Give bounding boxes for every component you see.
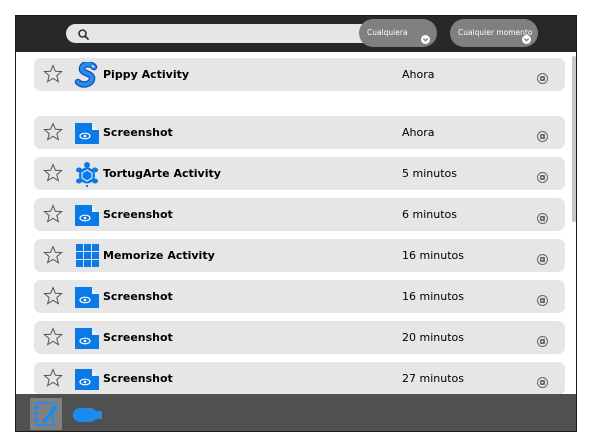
list-item[interactable]: Memorize Activity 16 minutos bbox=[34, 239, 565, 272]
entry-time: 5 minutos bbox=[402, 167, 457, 180]
list-item[interactable]: Screenshot 6 minutos bbox=[34, 198, 565, 231]
top-toolbar: Cualquiera Cualquier momento bbox=[16, 16, 576, 52]
chevron-down-icon bbox=[421, 28, 430, 44]
bottom-toolbar bbox=[16, 394, 576, 431]
journal-window: Cualquiera Cualquier momento Pippy Activ… bbox=[15, 15, 577, 432]
entry-time: Ahora bbox=[402, 126, 435, 139]
star-icon[interactable] bbox=[43, 327, 63, 347]
entry-title: Screenshot bbox=[103, 372, 173, 385]
star-icon[interactable] bbox=[43, 163, 63, 183]
image-file-icon[interactable] bbox=[74, 284, 100, 310]
star-icon[interactable] bbox=[43, 64, 63, 84]
image-file-icon[interactable] bbox=[74, 325, 100, 351]
entry-time: 6 minutos bbox=[402, 208, 457, 221]
star-icon[interactable] bbox=[43, 368, 63, 388]
entry-title: TortugArte Activity bbox=[103, 167, 221, 180]
star-icon[interactable] bbox=[43, 204, 63, 224]
entry-time: 20 minutos bbox=[402, 331, 464, 344]
star-icon[interactable] bbox=[43, 286, 63, 306]
details-arrow-icon[interactable] bbox=[537, 168, 548, 183]
entry-title: Screenshot bbox=[103, 126, 173, 139]
image-file-icon[interactable] bbox=[74, 366, 100, 392]
image-file-icon[interactable] bbox=[74, 120, 100, 146]
entry-time: 16 minutos bbox=[402, 290, 464, 303]
entry-title: Screenshot bbox=[103, 208, 173, 221]
list-item[interactable]: Screenshot 20 minutos bbox=[34, 321, 565, 354]
usb-drive-icon[interactable] bbox=[73, 407, 103, 422]
list-item[interactable]: Screenshot 16 minutos bbox=[34, 280, 565, 313]
star-icon[interactable] bbox=[43, 245, 63, 265]
details-arrow-icon[interactable] bbox=[537, 250, 548, 265]
entry-title: Screenshot bbox=[103, 331, 173, 344]
list-item[interactable]: Screenshot 27 minutos bbox=[34, 362, 565, 395]
details-arrow-icon[interactable] bbox=[537, 127, 548, 142]
entry-time: 16 minutos bbox=[402, 249, 464, 262]
pippy-icon[interactable] bbox=[74, 61, 100, 88]
time-filter-dropdown[interactable]: Cualquier momento bbox=[450, 19, 538, 47]
list-item[interactable]: Screenshot Ahora bbox=[34, 116, 565, 149]
type-filter-dropdown[interactable]: Cualquiera bbox=[359, 19, 437, 47]
search-icon bbox=[77, 27, 91, 41]
entry-title: Screenshot bbox=[103, 290, 173, 303]
journal-icon bbox=[34, 402, 58, 426]
image-file-icon[interactable] bbox=[74, 202, 100, 228]
turtle-icon[interactable] bbox=[74, 161, 100, 187]
list-item[interactable]: Pippy Activity Ahora bbox=[34, 58, 565, 91]
details-arrow-icon[interactable] bbox=[537, 209, 548, 224]
journal-list: Pippy Activity Ahora Screenshot Ahora To… bbox=[16, 52, 576, 395]
star-icon[interactable] bbox=[43, 122, 63, 142]
entry-time: Ahora bbox=[402, 68, 435, 81]
details-arrow-icon[interactable] bbox=[537, 291, 548, 306]
memorize-grid-icon[interactable] bbox=[74, 243, 100, 269]
search-input[interactable] bbox=[66, 24, 377, 43]
list-item[interactable]: TortugArte Activity 5 minutos bbox=[34, 157, 565, 190]
details-arrow-icon[interactable] bbox=[537, 373, 548, 388]
journal-button[interactable] bbox=[30, 398, 62, 430]
details-arrow-icon[interactable] bbox=[537, 332, 548, 347]
scrollbar[interactable] bbox=[572, 56, 576, 222]
entry-time: 27 minutos bbox=[402, 372, 464, 385]
details-arrow-icon[interactable] bbox=[537, 69, 548, 84]
entry-title: Memorize Activity bbox=[103, 249, 215, 262]
entry-title: Pippy Activity bbox=[103, 68, 190, 81]
chevron-down-icon bbox=[522, 28, 531, 44]
type-filter-label: Cualquiera bbox=[367, 28, 408, 37]
